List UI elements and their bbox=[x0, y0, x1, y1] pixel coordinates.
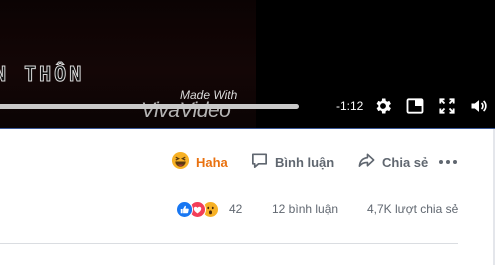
volume-icon[interactable] bbox=[469, 96, 489, 116]
video-progress-bar[interactable] bbox=[0, 104, 299, 109]
comment-count[interactable]: 12 bình luận bbox=[272, 202, 338, 216]
video-bottom-border bbox=[0, 128, 495, 129]
share-button[interactable]: Chia sẻ bbox=[357, 150, 428, 174]
comment-label: Bình luận bbox=[275, 154, 335, 170]
watermark-vivavideo: VivaVideo bbox=[141, 99, 231, 122]
video-caption-text: N THÔN bbox=[0, 62, 85, 87]
haha-button[interactable]: Haha bbox=[171, 150, 228, 174]
reaction-summary[interactable] bbox=[176, 200, 219, 218]
section-divider bbox=[0, 243, 458, 244]
reaction-count[interactable]: 42 bbox=[229, 202, 242, 216]
comment-icon bbox=[250, 151, 269, 173]
comment-button[interactable]: Bình luận bbox=[250, 150, 334, 174]
picture-in-picture-icon[interactable] bbox=[405, 96, 425, 116]
haha-icon bbox=[171, 151, 190, 173]
fullscreen-icon[interactable] bbox=[437, 96, 457, 116]
settings-icon[interactable] bbox=[373, 96, 393, 116]
share-icon bbox=[357, 151, 376, 173]
time-remaining: -1:12 bbox=[336, 99, 364, 113]
more-dots-icon[interactable] bbox=[439, 157, 459, 167]
haha-label: Haha bbox=[196, 154, 228, 170]
like-icon bbox=[176, 200, 193, 218]
share-count[interactable]: 4,7K lượt chia sẻ bbox=[367, 202, 458, 216]
share-label: Chia sẻ bbox=[382, 154, 429, 170]
video-player[interactable]: N THÔN Made With VivaVideo -1:12 bbox=[0, 0, 495, 129]
